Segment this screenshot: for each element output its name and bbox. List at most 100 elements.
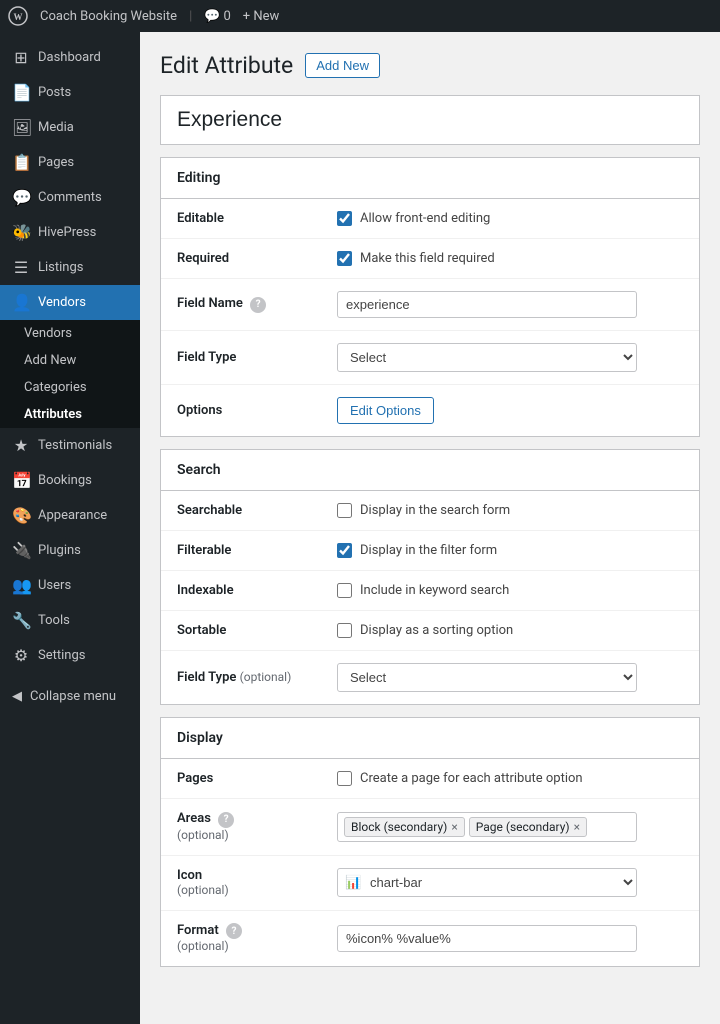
media-icon: 🖼 <box>12 118 30 137</box>
format-help-icon[interactable]: ? <box>226 923 242 939</box>
collapse-icon: ◀ <box>12 689 22 704</box>
comments-count: 0 <box>223 9 230 24</box>
required-control: Make this field required <box>321 239 699 279</box>
tag-page-secondary: Page (secondary) × <box>469 817 587 837</box>
sidebar-item-plugins[interactable]: 🔌 Plugins <box>0 533 140 568</box>
hivepress-icon: 🐝 <box>12 223 30 242</box>
admin-bar-new[interactable]: + New <box>243 9 280 24</box>
sidebar-item-settings[interactable]: ⚙ Settings <box>0 638 140 673</box>
format-optional: (optional) <box>177 939 229 953</box>
editing-section-title: Editing <box>161 158 699 199</box>
pages-checkbox-label: Create a page for each attribute option <box>360 771 583 786</box>
filterable-checkbox-label: Display in the filter form <box>360 543 497 558</box>
sidebar-label-testimonials: Testimonials <box>38 438 112 453</box>
edit-options-button[interactable]: Edit Options <box>337 397 434 424</box>
display-section: Display Pages Create a page for each att… <box>160 717 700 967</box>
search-field-type-label: Field Type (optional) <box>161 651 321 705</box>
indexable-checkbox[interactable] <box>337 583 352 598</box>
searchable-row: Searchable Display in the search form <box>161 491 699 531</box>
sidebar-item-media[interactable]: 🖼 Media <box>0 110 140 145</box>
areas-row: Areas ? (optional) Block (secondary) × P… <box>161 799 699 856</box>
admin-bar: W Coach Booking Website | 💬 0 + New <box>0 0 720 32</box>
field-name-control <box>321 279 699 331</box>
attribute-name-input[interactable] <box>177 108 683 132</box>
sidebar-item-posts[interactable]: 📄 Posts <box>0 75 140 110</box>
field-name-help-icon[interactable]: ? <box>250 297 266 313</box>
areas-label: Areas ? (optional) <box>161 799 321 856</box>
required-row: Required Make this field required <box>161 239 699 279</box>
areas-help-icon[interactable]: ? <box>218 812 234 828</box>
collapse-label: Collapse menu <box>30 689 116 704</box>
sidebar-item-testimonials[interactable]: ★ Testimonials <box>0 428 140 463</box>
filterable-row: Filterable Display in the filter form <box>161 531 699 571</box>
sidebar-item-bookings[interactable]: 📅 Bookings <box>0 463 140 498</box>
filterable-checkbox[interactable] <box>337 543 352 558</box>
format-input[interactable] <box>337 925 637 952</box>
add-new-button[interactable]: Add New <box>305 53 380 78</box>
searchable-checkbox[interactable] <box>337 503 352 518</box>
field-name-input[interactable] <box>337 291 637 318</box>
tools-icon: 🔧 <box>12 611 30 630</box>
indexable-label: Indexable <box>161 571 321 611</box>
icon-select[interactable]: chart-bar star heart check <box>337 868 637 897</box>
sidebar-item-hivepress[interactable]: 🐝 HivePress <box>0 215 140 250</box>
sidebar-item-comments[interactable]: 💬 Comments <box>0 180 140 215</box>
required-checkbox-label: Make this field required <box>360 251 495 266</box>
admin-bar-site-link[interactable]: Coach Booking Website <box>40 9 177 24</box>
collapse-menu-button[interactable]: ◀ Collapse menu <box>0 681 140 712</box>
vendors-submenu: Vendors Add New Categories Attributes <box>0 320 140 428</box>
search-field-type-select[interactable]: Select Text Number <box>337 663 637 692</box>
sortable-checkbox[interactable] <box>337 623 352 638</box>
listings-icon: ☰ <box>12 258 30 277</box>
indexable-row: Indexable Include in keyword search <box>161 571 699 611</box>
field-type-label: Field Type <box>161 331 321 385</box>
sidebar-item-pages[interactable]: 📋 Pages <box>0 145 140 180</box>
sidebar-label-users: Users <box>38 578 71 593</box>
sidebar-sub-add-new[interactable]: Add New <box>0 347 140 374</box>
testimonials-icon: ★ <box>12 436 30 455</box>
search-section: Search Searchable Display in the search … <box>160 449 700 705</box>
sidebar-item-tools[interactable]: 🔧 Tools <box>0 603 140 638</box>
icon-optional: (optional) <box>177 883 229 897</box>
sidebar-label-media: Media <box>38 120 74 135</box>
editable-checkbox[interactable] <box>337 211 352 226</box>
sidebar-sub-vendors[interactable]: Vendors <box>0 320 140 347</box>
sidebar-label-plugins: Plugins <box>38 543 81 558</box>
sidebar-sub-attributes[interactable]: Attributes <box>0 401 140 428</box>
sidebar-sub-categories[interactable]: Categories <box>0 374 140 401</box>
pages-checkbox[interactable] <box>337 771 352 786</box>
admin-bar-comments[interactable]: 💬 0 <box>204 9 231 24</box>
tag-page-secondary-remove[interactable]: × <box>574 820 580 834</box>
searchable-label: Searchable <box>161 491 321 531</box>
sortable-control: Display as a sorting option <box>321 611 699 651</box>
search-field-type-control: Select Text Number <box>321 651 699 705</box>
sortable-label: Sortable <box>161 611 321 651</box>
sidebar-label-bookings: Bookings <box>38 473 92 488</box>
sidebar-item-vendors[interactable]: 👤 Vendors <box>0 285 140 320</box>
pages-row: Pages Create a page for each attribute o… <box>161 759 699 799</box>
comments-icon: 💬 <box>12 188 30 207</box>
sidebar-label-comments: Comments <box>38 190 102 205</box>
tag-page-secondary-label: Page (secondary) <box>476 820 570 834</box>
sidebar-item-listings[interactable]: ☰ Listings <box>0 250 140 285</box>
areas-tag-container[interactable]: Block (secondary) × Page (secondary) × <box>337 812 637 842</box>
field-type-select[interactable]: Select Text Number Date Checkboxes <box>337 343 637 372</box>
editable-row: Editable Allow front-end editing <box>161 199 699 239</box>
sidebar-item-appearance[interactable]: 🎨 Appearance <box>0 498 140 533</box>
sidebar-label-vendors: Vendors <box>38 295 86 310</box>
sidebar-item-users[interactable]: 👥 Users <box>0 568 140 603</box>
indexable-checkbox-label: Include in keyword search <box>360 583 509 598</box>
dashboard-icon: ⊞ <box>12 48 30 67</box>
tag-block-secondary-remove[interactable]: × <box>451 820 457 834</box>
attribute-name-box <box>160 95 700 145</box>
icon-chart-bar-icon: 📊 <box>345 875 361 890</box>
filterable-label: Filterable <box>161 531 321 571</box>
pages-control: Create a page for each attribute option <box>321 759 699 799</box>
sortable-row: Sortable Display as a sorting option <box>161 611 699 651</box>
sidebar-label-tools: Tools <box>38 613 70 628</box>
icon-control: 📊 chart-bar star heart check <box>321 855 699 910</box>
sidebar-item-dashboard[interactable]: ⊞ Dashboard <box>0 40 140 75</box>
display-form-table: Pages Create a page for each attribute o… <box>161 759 699 966</box>
required-checkbox[interactable] <box>337 251 352 266</box>
areas-optional: (optional) <box>177 828 229 842</box>
